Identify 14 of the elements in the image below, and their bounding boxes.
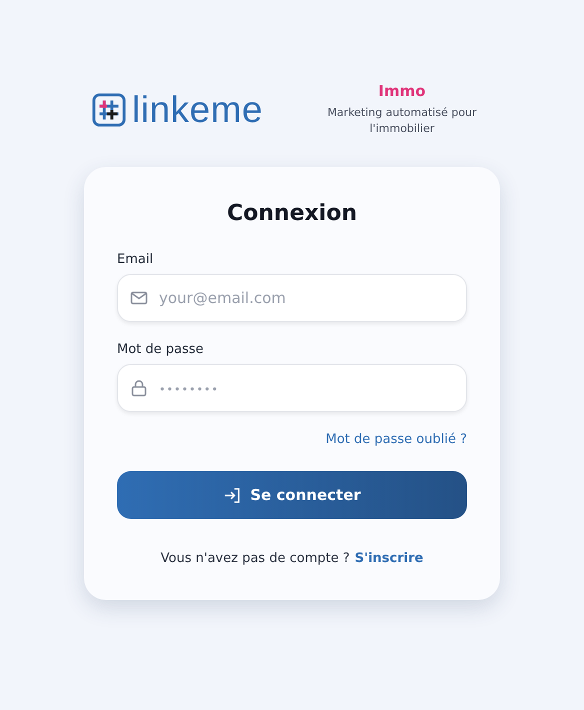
hash-logo-icon xyxy=(92,92,126,126)
login-title: Connexion xyxy=(226,201,358,226)
tagline: Marketing automatisé pour l'immobilier xyxy=(326,105,478,137)
signup-link[interactable]: S'inscrire xyxy=(354,551,424,566)
login-button[interactable]: Se connecter xyxy=(117,471,467,519)
brand-name: linkeme xyxy=(132,91,263,128)
sign-in-icon xyxy=(223,486,242,504)
forgot-password-link[interactable]: Mot de passe oublié ? xyxy=(326,432,467,447)
field-label: Mot de passe xyxy=(117,342,205,357)
field-label: Email xyxy=(117,252,154,267)
product-name: Immo xyxy=(378,82,426,100)
signup-prompt: Vous n'avez pas de compte ? xyxy=(160,551,350,566)
password-field[interactable]: •••••••• xyxy=(117,364,467,412)
email-field[interactable]: your@email.com xyxy=(117,274,467,322)
